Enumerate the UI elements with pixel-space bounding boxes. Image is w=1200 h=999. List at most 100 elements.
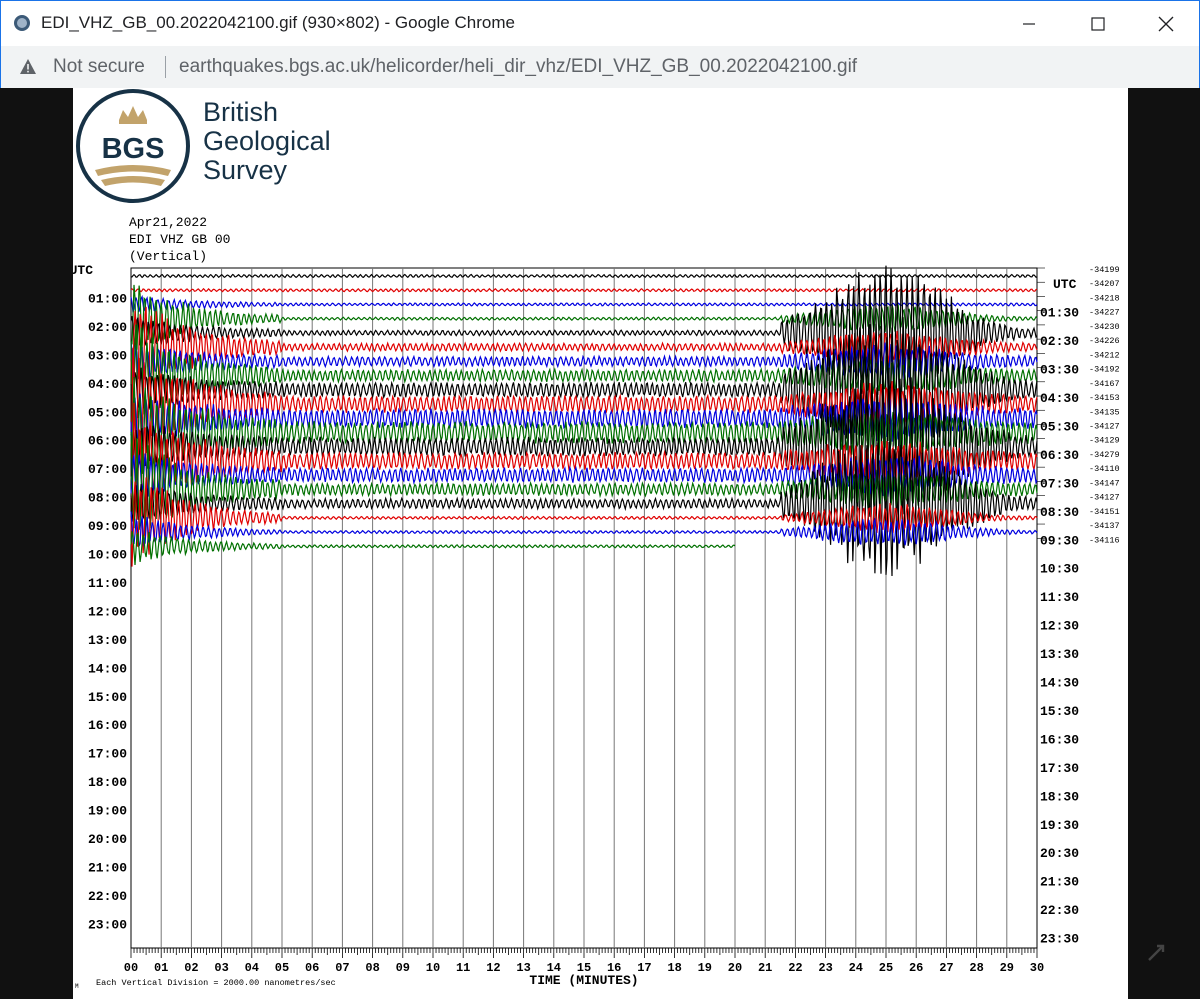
footer-mark: M: [75, 983, 79, 990]
x-tick-label: 00: [124, 961, 138, 975]
close-icon: [1158, 16, 1174, 32]
window-title: EDI_VHZ_GB_00.2022042100.gif (930×802) -…: [41, 13, 515, 32]
trace-offset-value: -34147: [1089, 478, 1120, 488]
trace-offset-value: -34137: [1089, 521, 1120, 531]
security-status[interactable]: Not secure: [53, 56, 145, 78]
right-hour-label: 07:30: [1040, 476, 1079, 491]
right-hour-label: 18:30: [1040, 789, 1079, 804]
right-hour-label: 05:30: [1040, 419, 1079, 434]
right-hour-label: 04:30: [1040, 391, 1079, 406]
right-hour-label: 14:30: [1040, 676, 1079, 691]
x-tick-label: 09: [396, 961, 410, 975]
maximize-icon: [1091, 17, 1105, 31]
x-tick-label: 21: [758, 961, 772, 975]
trace-offset-value: -34135: [1089, 407, 1120, 417]
x-tick-label: 06: [305, 961, 319, 975]
x-tick-label: 17: [637, 961, 651, 975]
left-hour-label: 07:00: [88, 462, 127, 477]
trace-offset-value: -34127: [1089, 421, 1120, 431]
right-hour-label: 08:30: [1040, 505, 1079, 520]
left-hour-label: 01:00: [88, 291, 127, 306]
left-hour-label: 13:00: [88, 633, 127, 648]
minimize-icon: [1023, 23, 1035, 25]
x-tick-label: 20: [728, 961, 742, 975]
warning-icon[interactable]: [19, 58, 37, 75]
trace-offset-value: -34218: [1089, 293, 1120, 303]
right-hour-label: 10:30: [1040, 562, 1079, 577]
x-tick-label: 28: [969, 961, 983, 975]
right-hour-label: 03:30: [1040, 363, 1079, 378]
x-tick-label: 25: [879, 961, 893, 975]
browser-viewport: BGS British Geological Survey Apr21,2022…: [0, 88, 1200, 999]
right-hour-label: UTC: [1053, 277, 1077, 292]
right-hour-label: 23:30: [1040, 932, 1079, 947]
right-hour-label: 12:30: [1040, 619, 1079, 634]
x-tick-label: 07: [335, 961, 349, 975]
x-tick-label: 30: [1030, 961, 1044, 975]
right-hour-label: 16:30: [1040, 732, 1079, 747]
x-tick-label: 19: [698, 961, 712, 975]
x-tick-label: 22: [788, 961, 802, 975]
x-tick-label: 01: [154, 961, 168, 975]
left-hour-label: 03:00: [88, 348, 127, 363]
right-hour-label: 17:30: [1040, 761, 1079, 776]
vertical-division-note: Each Vertical Division = 2000.00 nanomet…: [96, 978, 336, 988]
trace-offset-value: -34192: [1089, 365, 1120, 375]
helicorder-plot: 00 01 02 03 04 05 06 07 08 09 10 11 12 13 14 15 16 17 18 19…: [73, 263, 1120, 990]
minimize-button[interactable]: [1006, 1, 1052, 47]
trace-offset-value: -34167: [1089, 379, 1120, 389]
left-hour-label: 18:00: [88, 775, 127, 790]
x-axis-label: TIME (MINUTES): [529, 973, 638, 988]
right-hour-label: 11:30: [1040, 590, 1079, 605]
x-tick-label: 29: [1000, 961, 1014, 975]
left-hour-label: 06:00: [88, 434, 127, 449]
right-hour-label: 20:30: [1040, 846, 1079, 861]
left-hour-label: 10:00: [88, 548, 127, 563]
maximize-button[interactable]: [1075, 1, 1121, 47]
x-tick-label: 08: [365, 961, 379, 975]
close-button[interactable]: [1143, 1, 1189, 47]
x-tick-label: 18: [667, 961, 681, 975]
page-favicon-icon: [14, 15, 30, 31]
trace-offset-value: -34153: [1089, 393, 1120, 403]
left-hour-label: 08:00: [88, 491, 127, 506]
trace-offset-value: -34151: [1089, 507, 1120, 517]
right-hour-label: 15:30: [1040, 704, 1079, 719]
trace-offset-value: -34129: [1089, 436, 1120, 446]
x-tick-label: 26: [909, 961, 923, 975]
left-hour-label: 02:00: [88, 320, 127, 335]
x-tick-label: 03: [214, 961, 228, 975]
x-tick-label: 02: [184, 961, 198, 975]
left-hour-label: 05:00: [88, 405, 127, 420]
url-text[interactable]: earthquakes.bgs.ac.uk/helicorder/heli_di…: [179, 56, 857, 78]
right-hour-label: 01:30: [1040, 306, 1079, 321]
left-hour-label: 23:00: [88, 917, 127, 932]
trace-offset-value: -34207: [1089, 279, 1120, 289]
fullscreen-icon[interactable]: [1143, 940, 1169, 966]
left-hour-label: 16:00: [88, 718, 127, 733]
trace-offset-value: -34227: [1089, 308, 1120, 318]
x-tick-label: 23: [818, 961, 832, 975]
right-hour-label: 22:30: [1040, 903, 1079, 918]
window-titlebar: EDI_VHZ_GB_00.2022042100.gif (930×802) -…: [0, 0, 1200, 46]
trace-offset-value: -34226: [1089, 336, 1120, 346]
x-tick-label: 27: [939, 961, 953, 975]
left-hour-label: 12:00: [88, 604, 127, 619]
address-separator: [165, 56, 166, 78]
right-hour-label: 06:30: [1040, 448, 1079, 463]
trace-offset-value: -34279: [1089, 450, 1120, 460]
trace-offset-value: -34116: [1089, 535, 1120, 545]
trace-offset-value: -34199: [1089, 265, 1120, 275]
address-bar[interactable]: Not secure earthquakes.bgs.ac.uk/helicor…: [0, 46, 1200, 88]
right-hour-label: 09:30: [1040, 533, 1079, 548]
left-hour-label: 14:00: [88, 661, 127, 676]
right-hour-label: 21:30: [1040, 875, 1079, 890]
helicorder-image: BGS British Geological Survey Apr21,2022…: [73, 88, 1128, 999]
trace-offset-value: -34230: [1089, 322, 1120, 332]
left-hour-label: 11:00: [88, 576, 127, 591]
x-tick-label: 04: [245, 961, 259, 975]
left-hour-label: UTC: [73, 263, 93, 278]
trace-offset-value: -34127: [1089, 493, 1120, 503]
left-hour-label: 21:00: [88, 860, 127, 875]
right-hour-label: 13:30: [1040, 647, 1079, 662]
